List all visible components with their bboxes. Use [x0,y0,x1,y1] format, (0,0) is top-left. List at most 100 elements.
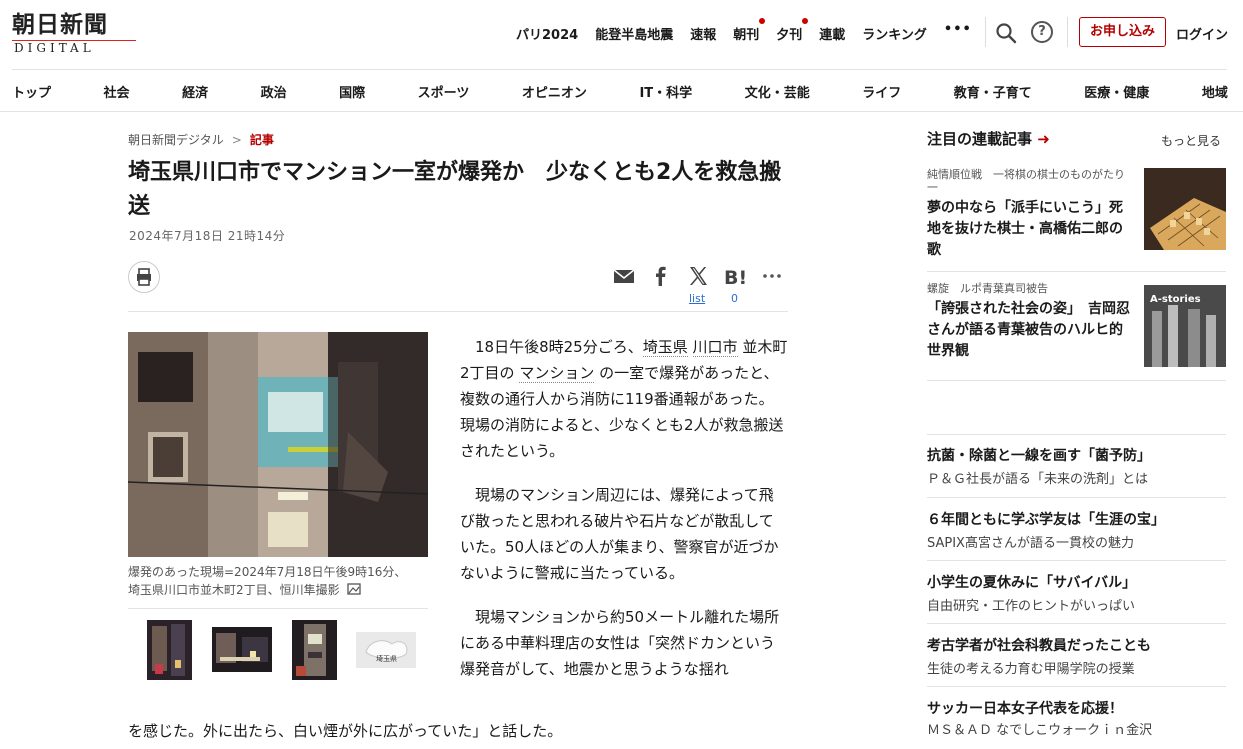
divider [12,69,1227,70]
sponsored-item[interactable]: ６年間ともに学ぶ学友は「生涯の宝」 SAPIX髙宮さんが語る一貫校の魅力 [927,510,1226,553]
top-nav: パリ2024 能登半島地震 速報 朝刊 夕刊 連載 ランキング ••• [516,18,989,43]
more-share-icon[interactable] [760,265,784,287]
nav-choukan-label: 朝刊 [733,28,760,43]
ad-subtitle: SAPIX髙宮さんが語る一貫校の魅力 [927,536,1134,551]
main-nav-education[interactable]: 教育・子育て [954,82,1032,101]
series-card[interactable]: 螺旋 ルポ青葉真司被告 「誇張された社会の姿」 吉岡忍さんが語る青葉被告のハルヒ… [927,282,1226,370]
breadcrumb-home[interactable]: 朝日新聞デジタル [128,133,224,147]
main-nav-culture[interactable]: 文化・芸能 [745,82,810,101]
sponsored-item[interactable]: サッカー日本女子代表を応援！ ＭＳ＆ＡＤ なでしこウォークｉｎ金沢 [927,699,1226,740]
ad-title: 小学生の夏休みに「サバイバル」 [927,575,1137,591]
nav-yuukan[interactable]: 夕刊 [776,18,809,43]
image-label: A-stories [1150,294,1201,305]
ad-subtitle: Ｐ＆Ｇ社長が語る「未来の洗剤」とは [927,472,1149,487]
subscribe-button[interactable]: お申し込み [1079,17,1166,47]
ad-title: ６年間ともに学ぶ学友は「生涯の宝」 [927,512,1165,528]
facebook-icon[interactable] [649,265,673,287]
main-nav-health[interactable]: 医療・健康 [1084,82,1149,101]
main-nav-region[interactable]: 地域 [1202,82,1228,101]
ad-title: 抗菌・除菌と一線を画す「菌予防」 [927,448,1151,464]
main-nav-life[interactable]: ライフ [862,82,901,101]
photo-thumbnail[interactable] [147,620,192,680]
divider [0,111,1243,112]
divider [927,380,1226,381]
breadcrumb-sep: > [231,133,242,147]
ad-title: サッカー日本女子代表を応援！ [927,701,1123,717]
ad-subtitle: 生徒の考える力育む甲陽学院の授業 [927,662,1135,677]
nav-yuukan-label: 夕刊 [776,28,803,43]
logo-en: DIGITAL [12,40,136,55]
map-thumbnail[interactable]: 埼玉県 [356,632,416,668]
main-nav-top[interactable]: トップ [12,82,51,101]
logo[interactable]: 朝日新聞 DIGITAL [12,12,142,56]
series-card[interactable]: 純情順位戦 一将棋の棋士のものがたり一 夢の中なら「派手にいこう」死地を抜けた棋… [927,168,1226,258]
keyword-link[interactable]: 埼玉県 [642,338,688,357]
login-button[interactable]: ログイン [1176,24,1228,43]
divider [985,17,986,47]
caption-text: 爆発のあった現場=2024年7月18日午後9時16分、埼玉県川口市並木町2丁目、… [128,565,407,597]
new-dot [802,18,809,24]
print-button[interactable] [128,261,160,293]
series-image-a-stories: A-stories [1144,285,1226,367]
main-nav-opinion[interactable]: オピニオン [522,82,587,101]
breadcrumb: 朝日新聞デジタル > 記事 [128,131,274,148]
nav-ranking[interactable]: ランキング [862,24,927,43]
series-tag: 純情順位戦 一将棋の棋士のものがたり一 [927,168,1125,194]
paragraph: 18日午後8時25分ごろ、埼玉県 川口市 並木町2丁目の マンション の一室で爆… [460,334,788,464]
main-nav-it-science[interactable]: IT・科学 [639,82,692,101]
sidebar-heading[interactable]: 注目の連載記事 ➜ [927,128,1050,149]
nav-noto[interactable]: 能登半島地震 [595,24,673,43]
map-label: 埼玉県 [376,655,397,663]
photo-caption: 爆発のあった現場=2024年7月18日午後9時16分、埼玉県川口市並木町2丁目、… [128,563,418,599]
bookmark-count[interactable]: 0 [731,292,738,305]
sidebar-heading-label: 注目の連載記事 [927,130,1033,148]
nav-rensai[interactable]: 連載 [819,24,845,43]
series-tag: 螺旋 ルポ青葉真司被告 [927,282,1048,295]
ad-subtitle: ＭＳ＆ＡＤ なでしこウォークｉｎ金沢 [927,723,1153,738]
divider [927,271,1226,272]
divider [927,497,1226,498]
share-list-link[interactable]: list [689,292,705,305]
main-nav: トップ 社会 経済 政治 国際 スポーツ オピニオン IT・科学 文化・芸能 ラ… [12,82,1228,101]
more-menu-button[interactable]: ••• [944,22,972,42]
more-link[interactable]: もっと見る [1161,132,1221,149]
series-title: 夢の中なら「派手にいこう」死地を抜けた棋士・高橋佑二郎の歌 [927,200,1123,258]
divider [927,434,1226,435]
series-image-shogi [1144,168,1226,250]
photo-thumbnail[interactable] [212,627,272,672]
main-nav-economy[interactable]: 経済 [182,82,208,101]
main-nav-sports[interactable]: スポーツ [418,82,470,101]
search-icon[interactable] [995,22,1017,44]
photo-thumbnail[interactable] [292,620,337,680]
article-date: 2024年7月18日 21時14分 [129,229,286,243]
sponsored-item[interactable]: 抗菌・除菌と一線を画す「菌予防」 Ｐ＆Ｇ社長が語る「未来の洗剤」とは [927,446,1226,489]
article-body: 18日午後8時25分ごろ、埼玉県 川口市 並木町2丁目の マンション の一室で爆… [460,334,788,700]
divider [128,608,428,609]
sponsored-item[interactable]: 小学生の夏休みに「サバイバル」 自由研究・工作のヒントがいっぱい [927,573,1226,616]
main-nav-international[interactable]: 国際 [339,82,365,101]
mail-icon[interactable] [612,265,636,287]
arrow-right-icon: ➜ [1037,130,1050,148]
share-bar: B! [612,265,797,289]
nav-sokuho[interactable]: 速報 [690,24,716,43]
help-icon[interactable]: ? [1031,21,1053,43]
hatena-bookmark-icon[interactable]: B! [723,265,747,289]
keyword-link[interactable]: 川口市 [692,338,738,357]
nav-choukan[interactable]: 朝刊 [733,18,766,43]
gallery-icon[interactable] [347,583,362,595]
nav-paris[interactable]: パリ2024 [516,24,578,43]
main-nav-society[interactable]: 社会 [104,82,130,101]
ad-title: 考古学者が社会科教員だったことも [927,638,1151,654]
main-nav-politics[interactable]: 政治 [261,82,287,101]
print-icon [137,268,151,286]
ad-subtitle: 自由研究・工作のヒントがいっぱい [927,599,1136,614]
series-title: 「誇張された社会の姿」 吉岡忍さんが語る青葉被告のハルヒ的世界観 [927,301,1130,359]
divider [1067,17,1068,47]
x-icon[interactable] [686,265,710,287]
keyword-link[interactable]: マンション [519,364,595,383]
paragraph-tail: を感じた。外に出たら、白い煙が外に広がっていた」と話した。 [128,722,563,740]
p1-a: 18日午後8時25分ごろ、 [475,338,643,356]
article-photo[interactable] [128,332,428,557]
logo-jp: 朝日新聞 [12,11,108,38]
sponsored-item[interactable]: 考古学者が社会科教員だったことも 生徒の考える力育む甲陽学院の授業 [927,636,1226,679]
